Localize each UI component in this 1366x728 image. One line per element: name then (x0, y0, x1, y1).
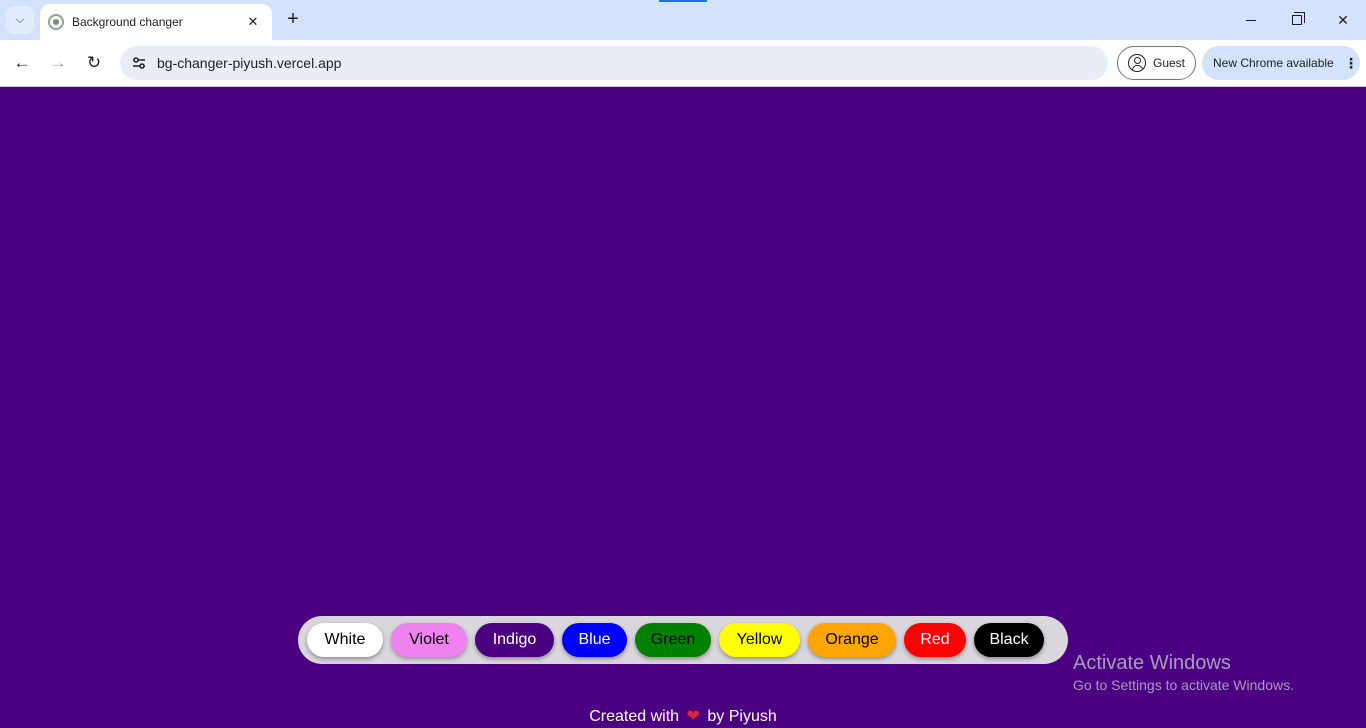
watermark-subtitle: Go to Settings to activate Windows. (1073, 677, 1294, 693)
arrow-left-icon: ← (13, 53, 31, 72)
minimize-button[interactable] (1228, 0, 1274, 40)
footer-prefix: Created with (589, 708, 680, 725)
restore-button[interactable] (1274, 0, 1320, 40)
color-button-indigo[interactable]: Indigo (475, 623, 554, 657)
user-icon (1128, 54, 1146, 72)
arrow-right-icon: → (49, 53, 67, 72)
browser-tab[interactable]: Background changer ✕ (40, 4, 272, 40)
color-button-black[interactable]: Black (974, 623, 1044, 657)
close-window-button[interactable]: ✕ (1320, 0, 1366, 40)
minimize-icon (1246, 19, 1256, 21)
tab-close-icon[interactable]: ✕ (244, 14, 262, 30)
color-button-bar: White Violet Indigo Blue Green Yellow Orange Re… (298, 616, 1068, 664)
profile-label: Guest (1153, 56, 1186, 70)
page-viewport: White Violet Indigo Blue Green Yellow Orange Re… (0, 87, 1366, 728)
watermark-title: Activate Windows (1073, 652, 1231, 674)
forward-button[interactable]: → (45, 50, 71, 76)
tab-strip: ⌵ Background changer ✕ + ✕ (0, 0, 1366, 40)
color-button-orange[interactable]: Orange (808, 623, 896, 657)
close-icon: ✕ (1337, 11, 1349, 28)
update-label: New Chrome available (1213, 56, 1334, 70)
update-chrome-button[interactable]: New Chrome available ⋮ (1202, 46, 1360, 80)
activate-windows-watermark: Activate Windows Go to Settings to activ… (1073, 652, 1294, 693)
restore-icon (1292, 12, 1305, 25)
color-button-green[interactable]: Green (635, 623, 711, 657)
browser-toolbar: ← → ↻ bg-changer-piyush.vercel.app Guest… (0, 40, 1366, 87)
more-menu-icon[interactable]: ⋮ (1342, 56, 1360, 70)
heart-icon: ❤ (686, 708, 700, 725)
plus-icon: + (287, 7, 299, 30)
site-settings-icon[interactable] (130, 54, 148, 72)
new-tab-button[interactable]: + (282, 8, 304, 30)
color-button-white[interactable]: White (307, 623, 383, 657)
window-controls: ✕ (1228, 0, 1366, 40)
reload-button[interactable]: ↻ (81, 50, 107, 76)
reload-icon: ↻ (86, 53, 102, 72)
chevron-down-icon: ⌵ (15, 13, 25, 26)
url-text: bg-changer-piyush.vercel.app (157, 55, 342, 71)
address-bar[interactable]: bg-changer-piyush.vercel.app (120, 46, 1108, 80)
back-button[interactable]: ← (9, 50, 35, 76)
tab-activity-indicator (659, 0, 707, 2)
profile-button[interactable]: Guest (1117, 46, 1196, 80)
tab-search-button[interactable]: ⌵ (6, 6, 34, 34)
color-button-violet[interactable]: Violet (391, 623, 467, 657)
footer-suffix: by Piyush (707, 708, 777, 725)
color-button-red[interactable]: Red (904, 623, 966, 657)
tab-title: Background changer (72, 15, 183, 29)
footer-credit: Created with ❤ by Piyush (0, 706, 1366, 726)
color-button-blue[interactable]: Blue (562, 623, 627, 657)
color-button-yellow[interactable]: Yellow (719, 623, 800, 657)
favicon-icon (48, 14, 64, 30)
